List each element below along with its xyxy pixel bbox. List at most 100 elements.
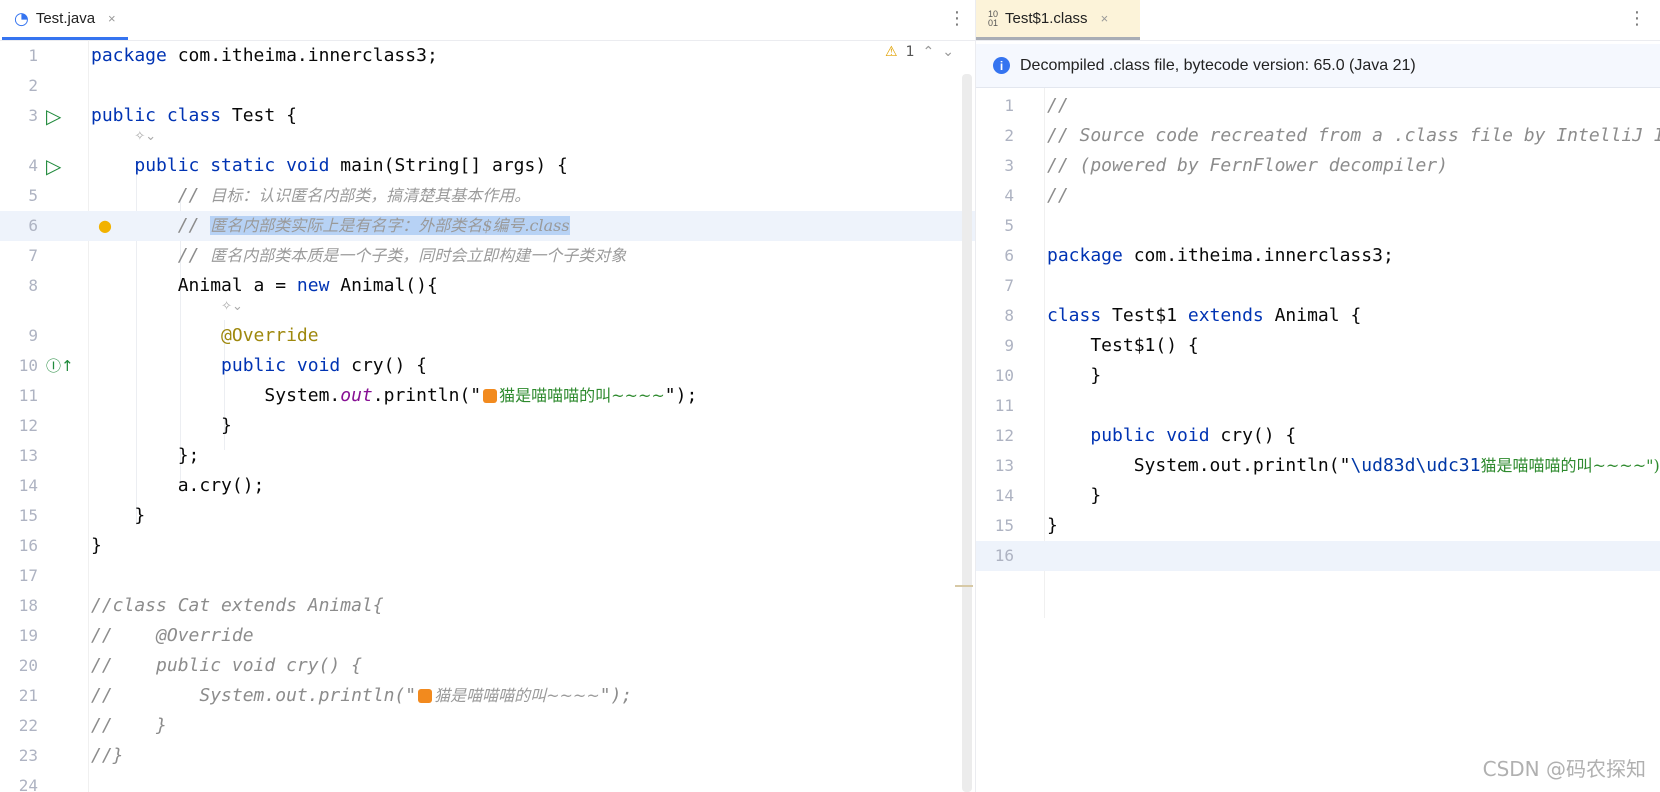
line-number[interactable]: 18 bbox=[8, 591, 38, 621]
more-options-icon[interactable]: ⋮ bbox=[948, 8, 966, 29]
code-line[interactable]: 16 bbox=[976, 541, 1660, 571]
code-line[interactable]: 9 Test$1() { bbox=[976, 331, 1660, 361]
code-line[interactable]: 24 bbox=[0, 771, 975, 792]
code-line[interactable]: 4 // bbox=[976, 181, 1660, 211]
code-line[interactable]: 5 bbox=[976, 211, 1660, 241]
tab-test1-class[interactable]: 10 01 Test$1.class × bbox=[976, 0, 1140, 40]
line-number[interactable]: 7 bbox=[984, 271, 1014, 301]
code-line[interactable]: 13 System.out.println("\ud83d\udc31猫是喵喵喵… bbox=[976, 451, 1660, 481]
code-vision-hint-icon[interactable]: ✧⌄ bbox=[221, 299, 243, 314]
implements-method-icon[interactable]: Ⓘ↑ bbox=[46, 351, 74, 381]
close-tab-icon[interactable]: × bbox=[1101, 11, 1109, 26]
code-line[interactable]: 1 package com.itheima.innerclass3; bbox=[0, 41, 975, 71]
code-line[interactable]: 21 // System.out.println(" 猫是喵喵喵的叫~~~~"); bbox=[0, 681, 975, 711]
line-number[interactable]: 24 bbox=[8, 771, 38, 792]
line-number[interactable]: 9 bbox=[984, 331, 1014, 361]
code-line[interactable]: 1 // bbox=[976, 91, 1660, 121]
line-number[interactable]: 11 bbox=[984, 391, 1014, 421]
code-line[interactable]: 10 Ⓘ↑ public void cry() { bbox=[0, 351, 975, 381]
code-line[interactable]: 15 } bbox=[0, 501, 975, 531]
line-number[interactable]: 2 bbox=[984, 121, 1014, 151]
code-line[interactable]: 3 // (powered by FernFlower decompiler) bbox=[976, 151, 1660, 181]
code-token: Animal a = bbox=[91, 275, 297, 296]
code-line[interactable]: 9 @Override bbox=[0, 321, 975, 351]
line-number[interactable]: 11 bbox=[8, 381, 38, 411]
line-number[interactable]: 14 bbox=[8, 471, 38, 501]
code-line[interactable]: 12 public void cry() { bbox=[976, 421, 1660, 451]
code-line[interactable]: 2 bbox=[0, 71, 975, 101]
line-number[interactable]: 2 bbox=[8, 71, 38, 101]
line-number[interactable]: 23 bbox=[8, 741, 38, 771]
code-line[interactable]: 11 System.out.println(" 猫是喵喵喵的叫~~~~"); bbox=[0, 381, 975, 411]
line-number[interactable]: 4 bbox=[8, 151, 38, 181]
run-icon[interactable]: ▷ bbox=[46, 151, 61, 181]
line-number[interactable]: 17 bbox=[8, 561, 38, 591]
line-number[interactable]: 5 bbox=[8, 181, 38, 211]
line-number[interactable]: 13 bbox=[984, 451, 1014, 481]
line-number[interactable]: 3 bbox=[984, 151, 1014, 181]
code-line[interactable]: 20 // public void cry() { bbox=[0, 651, 975, 681]
line-number[interactable]: 4 bbox=[984, 181, 1014, 211]
line-number[interactable]: 19 bbox=[8, 621, 38, 651]
line-number[interactable]: 12 bbox=[8, 411, 38, 441]
line-number[interactable]: 10 bbox=[984, 361, 1014, 391]
line-number[interactable]: 10 bbox=[8, 351, 38, 381]
line-number[interactable]: 16 bbox=[984, 541, 1014, 571]
code-vision-hint-icon[interactable]: ✧⌄ bbox=[134, 129, 156, 144]
vertical-scrollbar[interactable] bbox=[962, 74, 972, 792]
line-number[interactable]: 8 bbox=[984, 301, 1014, 331]
line-number[interactable]: 15 bbox=[8, 501, 38, 531]
code-line[interactable]: 3 ▷ public class Test { bbox=[0, 101, 975, 131]
line-number[interactable]: 22 bbox=[8, 711, 38, 741]
code-line[interactable]: 8 Animal a = new Animal(){ bbox=[0, 271, 975, 301]
code-line[interactable]: 23 //} bbox=[0, 741, 975, 771]
code-line[interactable]: 12 } bbox=[0, 411, 975, 441]
code-line[interactable]: 7 bbox=[976, 271, 1660, 301]
code-token: 匿名内部类实际上是有名字：外部类名$编号.class bbox=[210, 216, 570, 235]
line-number[interactable]: 9 bbox=[8, 321, 38, 351]
code-line[interactable]: 14 a.cry(); bbox=[0, 471, 975, 501]
line-number[interactable]: 8 bbox=[8, 271, 38, 301]
more-options-icon[interactable]: ⋮ bbox=[1628, 8, 1646, 29]
code-line[interactable]: 8 class Test$1 extends Animal { bbox=[976, 301, 1660, 331]
code-line[interactable]: 7 // 匿名内部类本质是一个子类，同时会立即构建一个子类对象 bbox=[0, 241, 975, 271]
line-number[interactable]: 6 bbox=[8, 211, 38, 241]
code-text: package com.itheima.innerclass3; bbox=[1047, 241, 1394, 271]
line-number[interactable]: 1 bbox=[8, 41, 38, 71]
code-line[interactable]: 2 // Source code recreated from a .class … bbox=[976, 121, 1660, 151]
code-line[interactable]: 6 ● // 匿名内部类实际上是有名字：外部类名$编号.class bbox=[0, 211, 975, 241]
code-line[interactable]: 5 // 目标：认识匿名内部类，搞清楚其基本作用。 bbox=[0, 181, 975, 211]
code-line[interactable]: 13 }; bbox=[0, 441, 975, 471]
line-number[interactable]: 13 bbox=[8, 441, 38, 471]
line-number[interactable]: 3 bbox=[8, 101, 38, 131]
code-line[interactable]: 4 ▷ public static void main(String[] args… bbox=[0, 151, 975, 181]
code-token: // System.out.println(" bbox=[91, 685, 417, 706]
info-icon: i bbox=[993, 57, 1010, 74]
line-number[interactable]: 20 bbox=[8, 651, 38, 681]
line-number[interactable]: 21 bbox=[8, 681, 38, 711]
code-line[interactable]: 14 } bbox=[976, 481, 1660, 511]
code-line[interactable]: 18 //class Cat extends Animal{ bbox=[0, 591, 975, 621]
code-line[interactable]: 15} bbox=[976, 511, 1660, 541]
code-line[interactable]: 6 package com.itheima.innerclass3; bbox=[976, 241, 1660, 271]
line-number[interactable]: 5 bbox=[984, 211, 1014, 241]
line-number[interactable]: 7 bbox=[8, 241, 38, 271]
line-number[interactable]: 16 bbox=[8, 531, 38, 561]
line-number[interactable]: 1 bbox=[984, 91, 1014, 121]
code-token: a.cry(); bbox=[91, 475, 265, 496]
line-number[interactable]: 12 bbox=[984, 421, 1014, 451]
line-number[interactable]: 15 bbox=[984, 511, 1014, 541]
code-line[interactable]: 19 // @Override bbox=[0, 621, 975, 651]
line-number[interactable]: 6 bbox=[984, 241, 1014, 271]
close-tab-icon[interactable]: × bbox=[108, 11, 116, 26]
run-icon[interactable]: ▷ bbox=[46, 101, 61, 131]
code-line[interactable]: 10 } bbox=[976, 361, 1660, 391]
code-line[interactable]: 16} bbox=[0, 531, 975, 561]
tab-test-java[interactable]: ◔ Test.java × bbox=[2, 0, 128, 40]
code-line[interactable]: 11 bbox=[976, 391, 1660, 421]
line-number[interactable]: 14 bbox=[984, 481, 1014, 511]
code-line[interactable]: 22 // } bbox=[0, 711, 975, 741]
code-line[interactable]: 17 bbox=[0, 561, 975, 591]
